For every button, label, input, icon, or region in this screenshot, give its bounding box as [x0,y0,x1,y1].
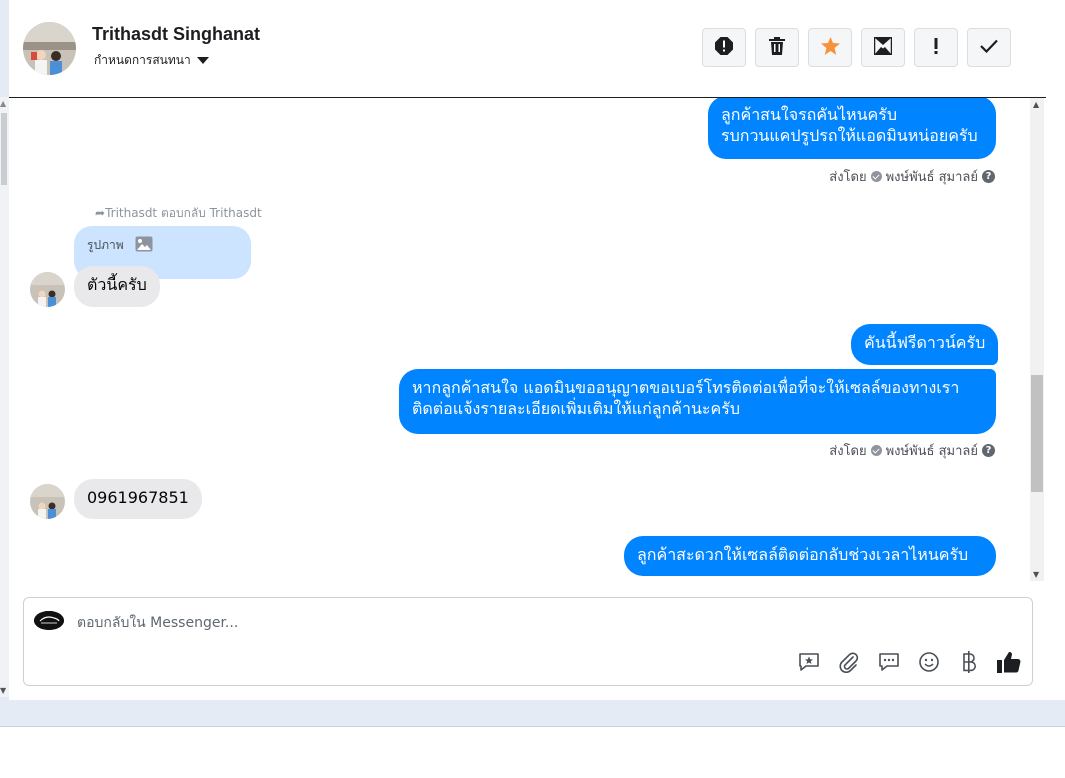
sender-name[interactable]: พงษ์พันธ์ สุมาลย์ [886,440,978,461]
assign-conversation-dropdown[interactable]: กำหนดการสนทนา [94,51,209,70]
saved-reply-icon[interactable] [796,649,822,675]
quoted-text: รูปภาพ [87,238,124,252]
like-icon[interactable] [996,649,1022,675]
check-circle-icon [870,171,882,182]
scroll-down-icon[interactable]: ▼ [0,686,6,695]
contact-name[interactable]: Trithasdt Singhanat [92,24,260,45]
chat-bubble-icon[interactable] [876,649,902,675]
message-line: หากลูกค้าสนใจ แอดมินขออนุญาตขอเบอร์โทรติ… [412,378,960,397]
spam-alert-button[interactable] [702,28,746,67]
message-bubble[interactable]: ตัวนี้ครับ [74,266,160,307]
message-bubble[interactable]: หากลูกค้าสนใจ แอดมินขออนุญาตขอเบอร์โทรติ… [399,369,996,434]
check-circle-icon [870,445,882,456]
spam-alert-icon [715,36,733,59]
image-icon [135,236,153,255]
star-button[interactable] [808,28,852,67]
check-icon [980,38,998,57]
attachment-icon[interactable] [836,649,862,675]
reply-hint-text: Trithasdt ตอบกลับ Trithasdt [105,206,262,220]
page-divider [0,726,1065,727]
conversation-header: Trithasdt Singhanat กำหนดการสนทนา [9,0,1046,98]
mark-done-button[interactable] [967,28,1011,67]
sent-by-label: ส่งโดย [829,170,867,185]
message-line: รบกวนแคปรูปรถให้แอดมินหน่อยครับ [721,126,978,145]
trash-icon [769,36,785,59]
baht-icon[interactable] [956,649,982,675]
emoji-icon[interactable] [916,649,942,675]
thread-scrollbar[interactable]: ▲ ▼ [1030,98,1044,581]
reply-hint: ➦Trithasdt ตอบกลับ Trithasdt [95,204,262,223]
message-line: ลูกค้าสนใจรถคันไหนครับ [721,105,897,124]
sent-by-info: ส่งโดย พงษ์พันธ์ สุมาลย์ ? [829,166,995,187]
message-text: ตัวนี้ครับ [87,275,147,294]
scroll-up-icon[interactable]: ▲ [0,99,6,108]
message-bubble[interactable]: ลูกค้าสนใจรถคันไหนครับ รบกวนแคปรูปรถให้แ… [708,98,996,159]
message-bubble[interactable]: ลูกค้าสะดวกให้เซลล์ติดต่อกลับช่วงเวลาไหน… [624,536,996,576]
scrollbar-thumb[interactable] [1031,375,1043,492]
caret-down-icon [196,57,209,64]
conversation-panel: Trithasdt Singhanat กำหนดการสนทนา ลูกค้า… [9,0,1046,700]
assign-label: กำหนดการสนทนา [94,53,191,67]
message-bubble[interactable]: คันนี้ฟรีดาวน์ครับ [851,324,999,365]
star-icon [820,36,840,59]
exclamation-icon [933,37,939,58]
sent-by-label: ส่งโดย [829,444,867,459]
important-button[interactable] [914,28,958,67]
message-text: 0961967851 [87,488,189,507]
sent-by-info: ส่งโดย พงษ์พันธ์ สุมาลย์ ? [829,440,995,461]
page-logo [34,611,64,630]
composer-toolbar [796,649,1022,675]
mark-unread-button[interactable] [861,28,905,67]
help-icon[interactable]: ? [982,170,995,183]
right-edge [1046,0,1065,700]
reply-arrow-icon: ➦ [95,206,106,220]
message-bubble[interactable]: 0961967851 [74,479,202,519]
scroll-down-icon[interactable]: ▼ [1033,570,1039,579]
delete-button[interactable] [755,28,799,67]
message-thread: ลูกค้าสนใจรถคันไหนครับ รบกวนแคปรูปรถให้แ… [9,98,1030,581]
help-icon[interactable]: ? [982,444,995,457]
message-line: ติดต่อแจ้งรายละเอียดเพิ่มเติมให้แก่ลูกค้… [412,399,740,418]
sender-name[interactable]: พงษ์พันธ์ สุมาลย์ [886,166,978,187]
scroll-up-icon[interactable]: ▲ [1033,100,1039,109]
scrollbar-thumb[interactable] [1,113,7,185]
message-text: ลูกค้าสะดวกให้เซลล์ติดต่อกลับช่วงเวลาไหน… [637,545,969,564]
reply-input[interactable]: ตอบกลับใน Messenger... [77,612,238,634]
avatar[interactable] [30,484,65,519]
message-text: คันนี้ฟรีดาวน์ครับ [864,333,986,352]
mark-unread-icon [873,36,893,59]
message-composer: ตอบกลับใน Messenger... [23,597,1033,686]
avatar[interactable] [30,272,65,307]
avatar[interactable] [23,22,76,75]
